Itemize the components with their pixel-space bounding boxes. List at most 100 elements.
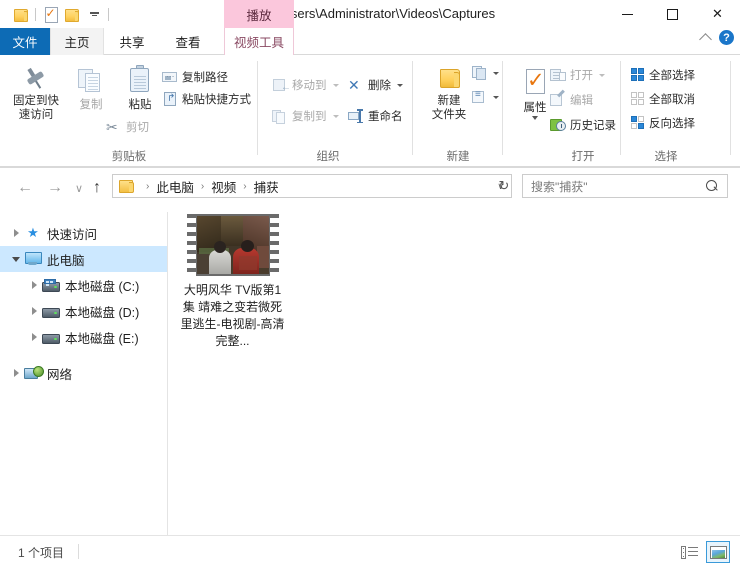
qat-new-folder-button[interactable]: [61, 3, 83, 25]
new-folder-button[interactable]: 新建 文件夹: [421, 67, 477, 122]
sidebar-item-local-disk-c[interactable]: 本地磁盘 (C:): [0, 272, 167, 298]
breadcrumb-videos[interactable]: 视频: [210, 177, 237, 196]
network-icon: [24, 365, 44, 381]
sidebar-item-network[interactable]: 网络: [0, 360, 167, 386]
rename-button[interactable]: 重命名: [348, 108, 403, 124]
close-button[interactable]: ✕: [695, 0, 740, 28]
search-box[interactable]: 搜索"捕获": [522, 174, 728, 198]
move-to-button[interactable]: ← 移动到: [272, 77, 339, 93]
forward-button[interactable]: →: [42, 175, 68, 201]
tab-video-tools[interactable]: 视频工具: [224, 28, 294, 55]
history-button[interactable]: 历史记录: [550, 117, 616, 133]
qat-properties-button[interactable]: [39, 3, 61, 25]
expander-icon[interactable]: [26, 333, 42, 341]
minimize-button[interactable]: [605, 0, 650, 28]
cut-label: 剪切: [126, 122, 149, 134]
group-label-select: 选择: [654, 151, 678, 163]
chevron-down-icon[interactable]: [397, 83, 403, 87]
qat-customize-button[interactable]: [83, 3, 105, 25]
delete-button[interactable]: ✕ 删除: [348, 77, 403, 93]
paste-shortcut-button[interactable]: 粘贴快捷方式: [162, 91, 251, 107]
chevron-down-icon[interactable]: [599, 73, 605, 77]
folder-icon: [65, 8, 79, 22]
copy-to-button[interactable]: 复制到: [272, 108, 339, 124]
copy-button[interactable]: 复制: [63, 67, 119, 112]
properties-icon: [44, 6, 58, 23]
sidebar-item-local-disk-d[interactable]: 本地磁盘 (D:): [0, 298, 167, 324]
title-bar: C:\Users\Administrator\Videos\Captures ✓…: [0, 0, 740, 28]
expander-icon[interactable]: [8, 256, 24, 262]
move-to-label: 移动到: [292, 80, 327, 92]
chevron-down-icon[interactable]: [493, 71, 499, 75]
rename-label: 重命名: [368, 111, 403, 123]
expander-icon[interactable]: [26, 281, 42, 289]
breadcrumb-this-pc[interactable]: 此电脑: [155, 177, 195, 196]
expander-icon[interactable]: [26, 307, 42, 315]
select-all-label: 全部选择: [649, 70, 695, 82]
up-button[interactable]: ↑: [84, 175, 110, 201]
star-icon: ★: [27, 225, 39, 240]
move-to-icon: ←: [272, 77, 291, 93]
back-button[interactable]: ←: [12, 175, 38, 201]
details-view-button[interactable]: [677, 541, 701, 563]
maximize-icon: [667, 8, 678, 20]
file-item[interactable]: 大明风华 TV版第1集 靖难之变若微死里逃生-电视剧-高清完整...: [180, 214, 285, 350]
open-icon: [550, 67, 566, 83]
video-thumbnail: [186, 214, 279, 276]
status-divider: [78, 544, 79, 559]
expander-icon[interactable]: [8, 229, 24, 237]
close-icon: ✕: [712, 6, 723, 21]
search-icon: [706, 179, 719, 193]
help-icon[interactable]: ?: [719, 30, 734, 45]
new-folder-label-line2: 文件夹: [431, 109, 467, 121]
thumbnail-view-icon: [709, 545, 727, 559]
chevron-down-icon[interactable]: [493, 95, 499, 99]
large-icons-view-button[interactable]: [706, 541, 730, 563]
paste-button[interactable]: 粘贴: [112, 65, 168, 112]
search-input[interactable]: 搜索"捕获": [523, 178, 588, 195]
computer-icon: [24, 251, 42, 267]
group-label-clipboard: 剪贴板: [111, 151, 147, 163]
new-item-button[interactable]: [471, 65, 499, 81]
properties-label: 属性: [523, 102, 547, 114]
collapse-ribbon-icon[interactable]: [699, 32, 712, 46]
select-all-button[interactable]: 全部选择: [631, 67, 695, 83]
refresh-button[interactable]: ↻: [492, 174, 516, 198]
sidebar-item-quick-access[interactable]: ★ 快速访问: [0, 220, 167, 246]
select-none-button[interactable]: 全部取消: [631, 91, 695, 107]
sidebar-label: 本地磁盘 (E:): [65, 331, 139, 346]
tab-share[interactable]: 共享: [104, 28, 160, 55]
group-label-organize: 组织: [316, 151, 340, 163]
chevron-down-icon[interactable]: [332, 114, 339, 118]
expander-icon[interactable]: [8, 369, 24, 377]
edit-label: 编辑: [570, 95, 593, 107]
tab-file[interactable]: 文件: [0, 28, 50, 55]
up-arrow-icon: ↑: [93, 179, 101, 196]
maximize-button[interactable]: [650, 0, 695, 28]
sidebar-label: 本地磁盘 (C:): [65, 279, 140, 294]
sidebar-item-local-disk-e[interactable]: 本地磁盘 (E:): [0, 324, 167, 350]
pin-to-quick-access-button[interactable]: 固定到快 速访问: [8, 65, 64, 122]
easy-access-button[interactable]: [471, 89, 499, 105]
sidebar-item-this-pc[interactable]: 此电脑: [0, 246, 167, 272]
address-bar[interactable]: › 此电脑 › 视频 › 捕获 ∨: [112, 174, 512, 198]
cut-button[interactable]: ✂ 剪切: [106, 119, 149, 135]
ribbon-group-clipboard: 固定到快 速访问 复制 粘贴 复制路径 粘贴快捷方式 ✂ 剪切: [0, 55, 258, 167]
forward-arrow-icon: →: [47, 179, 63, 196]
chevron-down-icon[interactable]: [332, 83, 339, 87]
breadcrumb-separator: ›: [243, 180, 247, 192]
chevron-down-icon[interactable]: [532, 116, 538, 120]
folder-icon: [119, 179, 135, 193]
open-button[interactable]: 打开: [550, 67, 605, 83]
item-count-label: 1 个项目: [18, 546, 65, 560]
invert-selection-button[interactable]: 反向选择: [631, 115, 695, 131]
tab-home[interactable]: 主页: [50, 28, 104, 55]
open-label: 打开: [570, 70, 593, 82]
edit-button[interactable]: 编辑: [550, 89, 593, 108]
chevron-down-icon: [89, 12, 99, 16]
breadcrumb-separator: ›: [200, 180, 205, 192]
copy-path-button[interactable]: 复制路径: [162, 69, 228, 85]
tab-view[interactable]: 查看: [160, 28, 216, 55]
file-list-pane[interactable]: 大明风华 TV版第1集 靖难之变若微死里逃生-电视剧-高清完整...: [169, 212, 740, 535]
breadcrumb-captures[interactable]: 捕获: [253, 177, 280, 196]
